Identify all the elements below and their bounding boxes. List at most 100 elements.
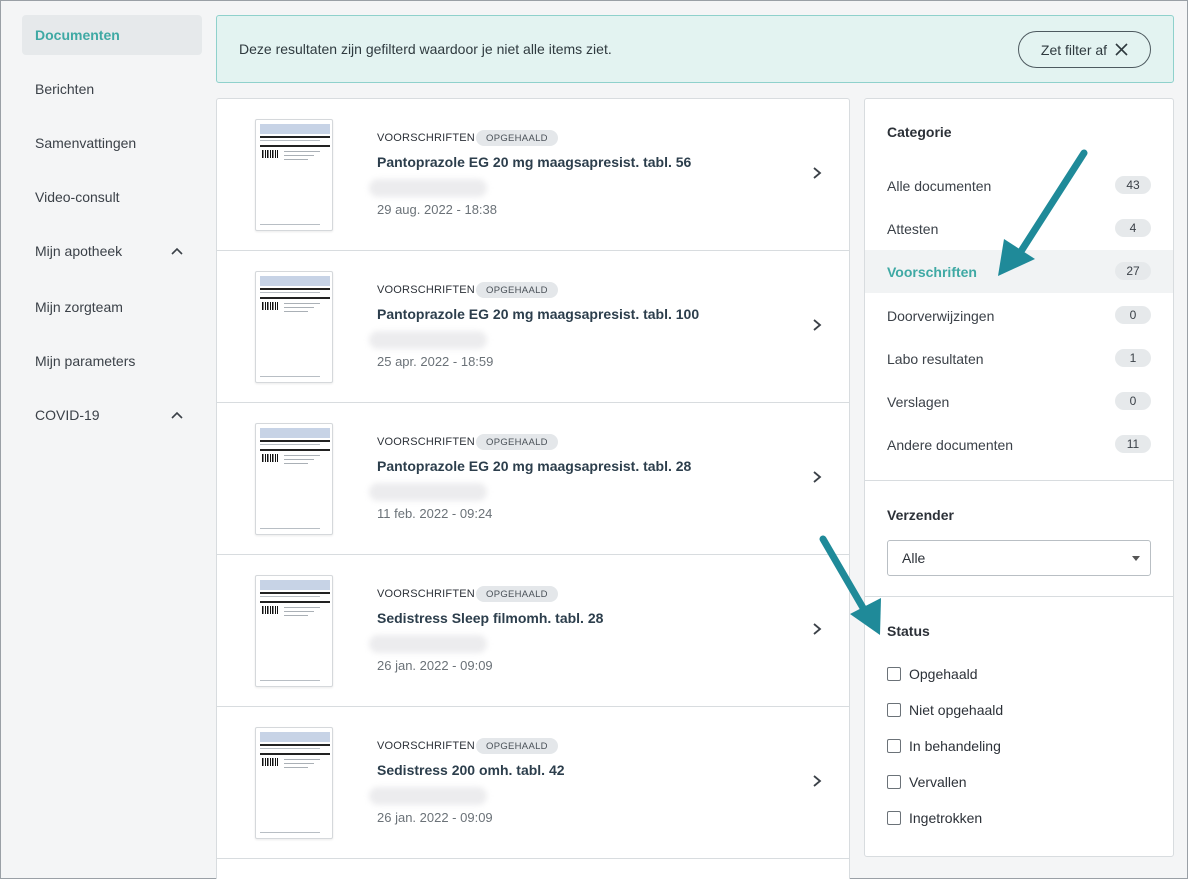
count-badge: 4 <box>1115 219 1151 237</box>
count-badge: 0 <box>1115 306 1151 324</box>
chevron-up-icon[interactable] <box>170 408 184 422</box>
status-badge: OPGEHAALD <box>476 130 558 146</box>
category-item-labo-resultaten[interactable]: Labo resultaten 1 <box>865 337 1173 380</box>
document-row[interactable]: VOORSCHRIFTEN OPGEHAALD Pantoprazole EG … <box>217 251 849 403</box>
checkbox-label: Opgehaald <box>909 666 978 682</box>
category-item-andere-documenten[interactable]: Andere documenten 11 <box>865 423 1173 466</box>
category-label: Doorverwijzingen <box>887 307 995 324</box>
category-label: Andere documenten <box>887 436 1014 453</box>
document-thumbnail <box>255 271 333 383</box>
status-badge: OPGEHAALD <box>476 434 558 450</box>
document-thumbnail <box>255 575 333 687</box>
status-badge: OPGEHAALD <box>476 586 558 602</box>
nav-item-label: Video-consult <box>35 189 120 205</box>
count-badge: 11 <box>1115 435 1151 453</box>
document-date: 25 apr. 2022 - 18:59 <box>377 354 494 369</box>
count-badge: 1 <box>1115 349 1151 367</box>
checkbox[interactable] <box>887 739 901 753</box>
document-title: Sedistress Sleep filmomh. tabl. 28 <box>377 610 604 626</box>
caret-down-icon <box>1132 556 1140 561</box>
document-date: 29 aug. 2022 - 18:38 <box>377 202 497 217</box>
document-category: VOORSCHRIFTEN <box>377 284 475 296</box>
checkbox[interactable] <box>887 811 901 825</box>
nav-item-samenvattingen[interactable]: Samenvattingen <box>22 123 202 163</box>
banner-text: Deze resultaten zijn gefilterd waardoor … <box>239 41 612 57</box>
nav-item-label: Mijn apotheek <box>35 243 123 259</box>
status-option-vervallen[interactable]: Vervallen <box>887 772 967 792</box>
document-category: VOORSCHRIFTEN <box>377 132 475 144</box>
sender-select[interactable]: Alle <box>887 540 1151 576</box>
document-thumbnail <box>255 423 333 535</box>
nav-item-video-consult[interactable]: Video-consult <box>22 177 202 217</box>
category-label: Attesten <box>887 220 939 237</box>
checkbox[interactable] <box>887 703 901 717</box>
document-thumbnail <box>255 119 333 231</box>
nav-item-covid-19[interactable]: COVID-19 <box>22 395 202 435</box>
nav-item-label: Berichten <box>35 81 95 97</box>
nav-item-label: Mijn zorgteam <box>35 299 123 315</box>
divider <box>865 596 1173 597</box>
document-category: VOORSCHRIFTEN <box>377 436 475 448</box>
close-icon <box>1115 43 1128 56</box>
document-thumbnail <box>255 727 333 839</box>
status-option-in-behandeling[interactable]: In behandeling <box>887 736 1001 756</box>
redacted-text <box>369 331 487 349</box>
document-date: 26 jan. 2022 - 09:09 <box>377 810 493 825</box>
category-item-alle-documenten[interactable]: Alle documenten 43 <box>865 164 1173 207</box>
document-title: Pantoprazole EG 20 mg maagsapresist. tab… <box>377 154 692 170</box>
sender-select-value: Alle <box>902 550 926 566</box>
category-item-attesten[interactable]: Attesten 4 <box>865 207 1173 250</box>
nav-item-label: Samenvattingen <box>35 135 137 151</box>
category-label: Voorschriften <box>887 263 977 280</box>
document-category: VOORSCHRIFTEN <box>377 588 475 600</box>
document-row[interactable]: VOORSCHRIFTEN OPGEHAALD Sedistress Sleep… <box>217 555 849 707</box>
checkbox-label: Vervallen <box>909 774 967 790</box>
document-title: Sedistress 200 omh. tabl. 42 <box>377 762 565 778</box>
document-title: Pantoprazole EG 20 mg maagsapresist. tab… <box>377 458 692 474</box>
nav-item-documenten[interactable]: Documenten <box>22 15 202 55</box>
document-row[interactable]: VOORSCHRIFTEN OPGEHAALD Pantoprazole EG … <box>217 403 849 555</box>
nav-item-label: Mijn parameters <box>35 353 136 369</box>
checkbox-label: In behandeling <box>909 738 1001 754</box>
document-row[interactable]: VOORSCHRIFTEN OPGEHAALD Sedistress 200 o… <box>217 707 849 859</box>
redacted-text <box>369 787 487 805</box>
chevron-up-icon[interactable] <box>170 244 184 258</box>
nav-item-mijn-apotheek[interactable]: Mijn apotheek <box>22 231 202 271</box>
redacted-text <box>369 179 487 197</box>
status-option-ingetrokken[interactable]: Ingetrokken <box>887 808 982 828</box>
nav-item-berichten[interactable]: Berichten <box>22 69 202 109</box>
category-item-doorverwijzingen[interactable]: Doorverwijzingen 0 <box>865 294 1173 337</box>
filter-panel: Categorie Alle documenten 43 Attesten 4 Vo… <box>864 98 1174 857</box>
category-section-title: Categorie <box>887 124 952 140</box>
checkbox[interactable] <box>887 667 901 681</box>
document-date: 11 feb. 2022 - 09:24 <box>377 506 493 521</box>
nav-item-mijn-zorgteam[interactable]: Mijn zorgteam <box>22 287 202 327</box>
document-list: VOORSCHRIFTEN OPGEHAALD Pantoprazole EG … <box>216 98 850 879</box>
document-category: VOORSCHRIFTEN <box>377 740 475 752</box>
nav-item-label: COVID-19 <box>35 407 100 423</box>
category-label: Verslagen <box>887 393 950 410</box>
document-row[interactable]: VOORSCHRIFTEN OPGEHAALD Pantoprazole EG … <box>217 99 849 251</box>
checkbox[interactable] <box>887 775 901 789</box>
status-badge: OPGEHAALD <box>476 738 558 754</box>
nav-item-mijn-parameters[interactable]: Mijn parameters <box>22 341 202 381</box>
status-option-opgehaald[interactable]: Opgehaald <box>887 664 978 684</box>
count-badge: 0 <box>1115 392 1151 410</box>
redacted-text <box>369 483 487 501</box>
clear-filter-button[interactable]: Zet filter af <box>1018 31 1151 68</box>
category-label: Alle documenten <box>887 177 992 194</box>
count-badge: 43 <box>1115 176 1151 194</box>
document-date: 26 jan. 2022 - 09:09 <box>377 658 493 673</box>
checkbox-label: Ingetrokken <box>909 810 983 826</box>
sidebar-nav: Documenten Berichten Samenvattingen Vide… <box>1 1 216 879</box>
status-badge: OPGEHAALD <box>476 282 558 298</box>
chevron-right-icon <box>813 167 822 179</box>
category-item-verslagen[interactable]: Verslagen 0 <box>865 380 1173 423</box>
category-item-voorschriften[interactable]: Voorschriften 27 <box>865 250 1173 293</box>
sender-section-title: Verzender <box>887 507 954 523</box>
status-section-title: Status <box>887 623 930 639</box>
checkbox-label: Niet opgehaald <box>909 702 1004 718</box>
status-option-niet-opgehaald[interactable]: Niet opgehaald <box>887 700 1003 720</box>
redacted-text <box>369 635 487 653</box>
clear-filter-label: Zet filter af <box>1040 41 1108 58</box>
